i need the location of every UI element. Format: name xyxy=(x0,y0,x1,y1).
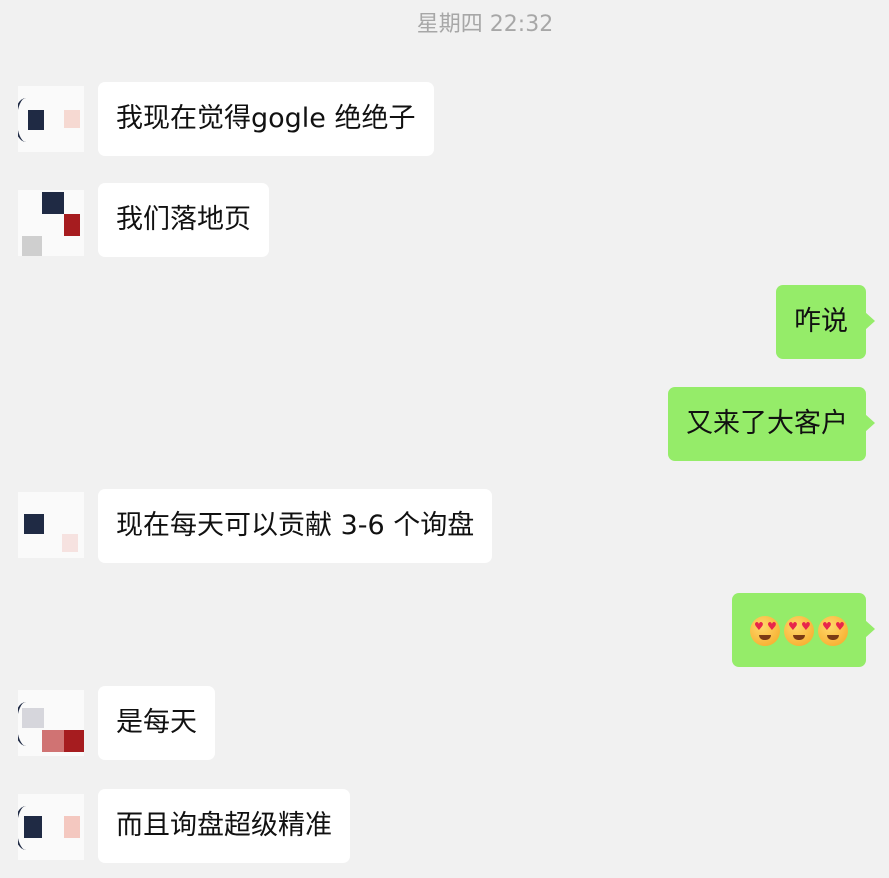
avatar[interactable] xyxy=(18,86,84,152)
message-text: 现在每天可以贡献 3-6 个询盘 xyxy=(116,510,475,541)
message-bubble[interactable]: 又来了大客户 xyxy=(668,387,875,461)
message-bubble[interactable]: 我现在觉得gogle 绝绝子 xyxy=(98,82,434,156)
message-text: 又来了大客户 xyxy=(686,408,848,439)
message-bubble[interactable]: 我们落地页 xyxy=(98,183,269,257)
message-bubble[interactable]: 现在每天可以贡献 3-6 个询盘 xyxy=(98,489,493,563)
message-text: 咋说 xyxy=(794,306,848,337)
message-bubble[interactable]: 是每天 xyxy=(98,686,215,760)
message-bubble[interactable]: 咋说 xyxy=(776,285,875,359)
message-text: 而且询盘超级精准 xyxy=(116,810,332,841)
avatar[interactable] xyxy=(18,190,84,256)
avatar[interactable] xyxy=(18,794,84,860)
heart-eyes-emoji-icon: ♥ ♥ xyxy=(818,615,848,646)
message-bubble[interactable]: ♥ ♥ ♥ ♥ ♥ ♥ xyxy=(732,593,875,667)
heart-eyes-emoji-icon: ♥ ♥ xyxy=(784,615,814,646)
chat-timestamp: 星期四 22:32 xyxy=(416,12,554,37)
message-text: 我现在觉得gogle 绝绝子 xyxy=(116,103,416,134)
message-text: 我们落地页 xyxy=(116,204,251,235)
heart-eyes-emoji-icon: ♥ ♥ xyxy=(750,615,780,646)
avatar[interactable] xyxy=(18,690,84,756)
avatar[interactable] xyxy=(18,492,84,558)
message-bubble[interactable]: 而且询盘超级精准 xyxy=(98,789,350,863)
message-text: 是每天 xyxy=(116,707,197,738)
